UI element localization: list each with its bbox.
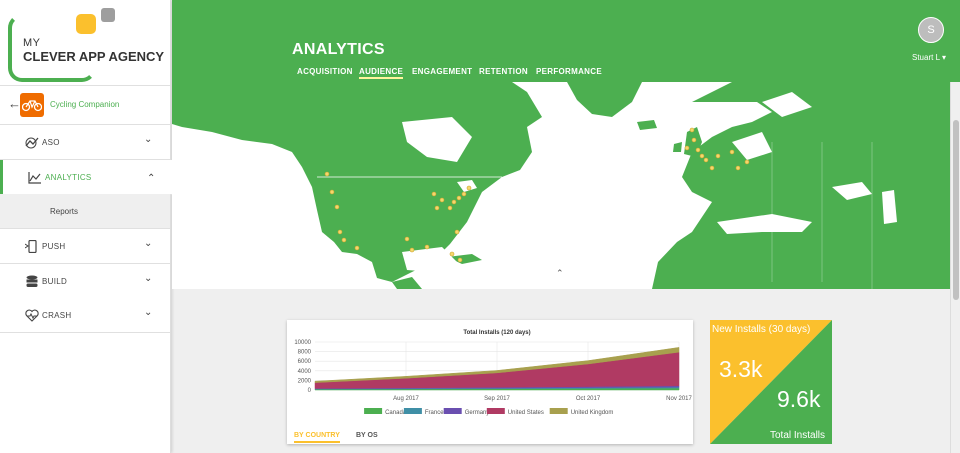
app-name: Cycling Companion <box>50 100 120 109</box>
sidebar-item-label: CRASH <box>42 311 72 320</box>
world-map-graphic <box>172 82 950 289</box>
chevron-down-icon: ⌄ <box>144 134 153 145</box>
logo-grey-square <box>101 8 115 22</box>
heartbeat-icon <box>25 309 39 322</box>
vertical-scrollbar[interactable] <box>950 82 960 453</box>
caret-down-icon: ▾ <box>941 53 946 62</box>
user-menu[interactable]: Stuart L ▾ <box>912 53 946 62</box>
top-header: ANALYTICS ACQUISITION AUDIENCE ENGAGEMEN… <box>172 0 960 82</box>
audience-map[interactable] <box>172 82 950 289</box>
y-tick-label: 0 <box>308 388 312 394</box>
line-chart-icon <box>28 172 41 184</box>
x-tick-label: Nov 2017 <box>666 396 692 402</box>
tab-performance[interactable]: PERFORMANCE <box>536 67 602 76</box>
sidebar-item-crash[interactable]: CRASH ⌄ <box>0 298 170 333</box>
total-installs-value: 9.6k <box>777 386 821 412</box>
legend-label: France <box>425 410 444 416</box>
chevron-up-icon[interactable]: ⌃ <box>556 268 564 279</box>
sidebar-item-push[interactable]: PUSH ⌄ <box>0 229 170 264</box>
scrollbar-thumb[interactable] <box>953 120 959 300</box>
legend-label: United States <box>508 410 544 416</box>
sidebar-item-label: BUILD <box>42 277 68 286</box>
sidebar-subitem-label: Reports <box>50 207 79 216</box>
sidebar-item-aso[interactable]: ASO ⌄ <box>0 125 170 160</box>
tab-by-country[interactable]: BY COUNTRY <box>294 432 340 443</box>
sidebar-subitem-reports[interactable]: Reports <box>0 194 170 229</box>
installs-area-chart: Total Installs (120 days) 0 2000 4000 6000 80… <box>294 330 692 416</box>
avatar[interactable]: S <box>918 17 944 43</box>
sidebar-item-analytics[interactable]: ANALYTICS ⌃ <box>0 160 173 195</box>
mobile-icon <box>25 240 37 253</box>
y-tick-label: 2000 <box>298 378 312 384</box>
user-name: Stuart L <box>912 53 940 62</box>
y-tick-label: 6000 <box>298 359 312 365</box>
logo-text-line2: CLEVER APP AGENCY <box>23 49 165 64</box>
tab-audience[interactable]: AUDIENCE <box>359 67 404 79</box>
chevron-up-icon: ⌃ <box>147 173 156 184</box>
sidebar-item-label: PUSH <box>42 242 66 251</box>
legend-swatch <box>403 408 422 414</box>
database-icon <box>26 275 38 287</box>
y-tick-label: 8000 <box>298 350 312 356</box>
brand-logo[interactable]: MY CLEVER APP AGENCY <box>0 0 170 86</box>
y-tick-label: 10000 <box>294 340 311 346</box>
x-tick-label: Aug 2017 <box>393 396 419 402</box>
tab-acquisition[interactable]: ACQUISITION <box>297 67 353 76</box>
app-selector[interactable]: ← Cycling Companion <box>0 88 170 125</box>
legend-label: United Kingdom <box>571 410 614 416</box>
chevron-down-icon: ⌄ <box>144 273 153 284</box>
sidebar-item-build[interactable]: BUILD ⌄ <box>0 264 170 299</box>
sidebar-item-label: ASO <box>42 138 60 147</box>
logo-yellow-square <box>76 14 96 34</box>
sidebar: MY CLEVER APP AGENCY ← Cycling Companion… <box>0 0 173 453</box>
logo-text-line1: MY <box>23 37 41 49</box>
app-icon <box>20 93 44 117</box>
trending-icon <box>25 137 39 149</box>
legend-swatch <box>549 408 568 414</box>
chevron-down-icon: ⌄ <box>144 307 153 318</box>
total-installs-label: Total Installs <box>770 430 826 441</box>
tab-by-os[interactable]: BY OS <box>356 432 378 439</box>
legend-swatch <box>486 408 505 414</box>
legend-swatch <box>443 408 462 414</box>
tab-engagement[interactable]: ENGAGEMENT <box>412 67 472 76</box>
new-installs-value: 3.3k <box>719 356 763 382</box>
chart-title: Total Installs (120 days) <box>463 330 530 336</box>
y-tick-label: 4000 <box>298 369 312 375</box>
installs-summary-card: New Installs (30 days) 3.3k 9.6k Total I… <box>710 320 832 444</box>
legend-label: Germany <box>465 410 490 416</box>
page-title: ANALYTICS <box>292 41 385 58</box>
tab-retention[interactable]: RETENTION <box>479 67 528 76</box>
x-tick-label: Oct 2017 <box>576 396 601 402</box>
x-tick-label: Sep 2017 <box>484 396 510 402</box>
legend-label: Canada <box>385 410 407 416</box>
new-installs-label: New Installs (30 days) <box>712 324 811 335</box>
legend-swatch <box>364 408 383 414</box>
sidebar-item-label: ANALYTICS <box>45 173 92 182</box>
installs-chart-card: Total Installs (120 days) 0 2000 4000 6000 80… <box>287 320 693 444</box>
chevron-down-icon: ⌄ <box>144 238 153 249</box>
